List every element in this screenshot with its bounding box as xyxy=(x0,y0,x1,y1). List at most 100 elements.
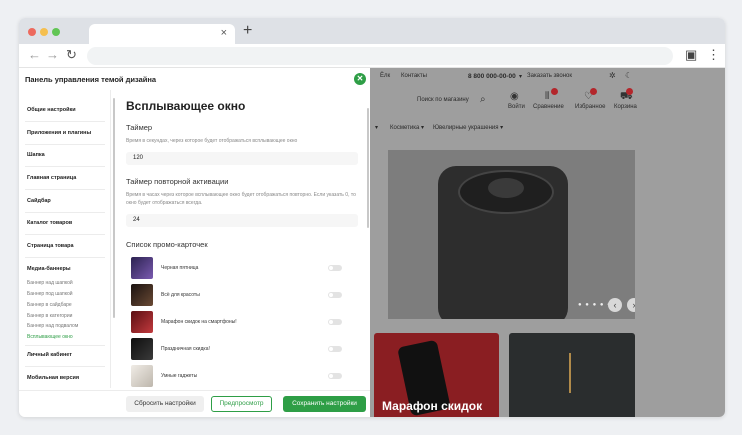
promo-thumbnail xyxy=(131,311,153,333)
close-window-button[interactable] xyxy=(28,28,36,36)
profile-icon[interactable]: ▣ xyxy=(685,48,697,62)
sidebar-subitem[interactable]: Баннер под шапкой xyxy=(27,291,73,297)
more-vert-icon[interactable]: ⋮ xyxy=(707,48,720,62)
sidebar-item-apps[interactable]: Приложения и плагины xyxy=(27,130,91,136)
promo-card-label: Умные гаджеты xyxy=(161,373,198,379)
reactivation-hint: Время в часах через которое всплывающее … xyxy=(126,192,356,206)
promo-card-row[interactable]: Черная пятница xyxy=(126,255,358,282)
close-icon[interactable]: ✕ xyxy=(354,73,366,85)
login-link[interactable]: Войти xyxy=(508,104,525,110)
sidebar-subitem[interactable]: Баннер над подвалом xyxy=(27,323,78,329)
promo-card-smartphones[interactable]: Марафон скидок xyxy=(374,333,499,417)
promo-card-label: Всё для красоты xyxy=(161,292,200,298)
compare-link[interactable]: Сравнение xyxy=(533,104,564,110)
reset-settings-button[interactable]: Сбросить настройки xyxy=(126,396,204,412)
address-bar[interactable] xyxy=(87,47,673,65)
site-link[interactable]: Ёлк xyxy=(380,73,390,79)
chevron-right-icon[interactable]: › xyxy=(627,298,635,312)
sidebar-item-sidebar[interactable]: Сайдбар xyxy=(27,198,51,204)
promo-toggle[interactable] xyxy=(328,319,342,325)
sidebar-item-header[interactable]: Шапка xyxy=(27,152,45,158)
panel-title: Панель управления темой дизайна xyxy=(25,75,157,84)
menu-item[interactable]: Ювелирные украшения ▾ xyxy=(433,124,503,131)
promo-card-row[interactable]: Праздничная скидка! xyxy=(126,336,358,363)
promo-toggle[interactable] xyxy=(328,292,342,298)
sidebar-item-media-banners[interactable]: Медиа-баннеры xyxy=(27,266,71,272)
divider xyxy=(25,234,105,235)
site-phone[interactable]: 8 800 000-00-00 xyxy=(468,73,516,80)
promo-card-dark[interactable] xyxy=(509,333,635,417)
promo-card-row[interactable]: Умные гаджеты xyxy=(126,363,358,388)
sidebar-subitem[interactable]: Баннер над шапкой xyxy=(27,280,73,286)
arrow-left-icon[interactable]: ← xyxy=(28,48,41,62)
sun-icon[interactable]: ✲ xyxy=(609,71,616,81)
cart-link[interactable]: Корзина xyxy=(614,104,637,110)
browser-tab[interactable]: × xyxy=(89,24,235,44)
user-icon[interactable]: ◉ xyxy=(510,92,519,102)
chevron-left-icon[interactable]: ‹ xyxy=(608,298,622,312)
promo-thumbnail xyxy=(131,257,153,279)
divider xyxy=(25,189,105,190)
callback-link[interactable]: Заказать звонок xyxy=(527,73,572,79)
maximize-window-button[interactable] xyxy=(52,28,60,36)
new-tab-icon[interactable]: + xyxy=(243,23,252,39)
site-search-input[interactable]: Поиск по магазину xyxy=(417,97,469,103)
favorites-link[interactable]: Избранное xyxy=(575,104,605,110)
moon-icon[interactable]: ☾ xyxy=(625,71,632,81)
reload-icon[interactable]: ↻ xyxy=(66,48,77,62)
sidebar-item-home[interactable]: Главная страница xyxy=(27,175,76,181)
divider xyxy=(25,121,105,122)
divider xyxy=(25,212,105,213)
promo-toggle[interactable] xyxy=(328,346,342,352)
preview-button[interactable]: Предпросмотр xyxy=(211,396,272,412)
section-title: Всплывающее окно xyxy=(126,99,246,113)
sidebar-item-catalog[interactable]: Каталог товаров xyxy=(27,220,72,226)
promo-card-label: Праздничная скидка! xyxy=(161,346,210,352)
promo-toggle[interactable] xyxy=(328,265,342,271)
promo-thumbnail xyxy=(131,338,153,360)
arrow-right-icon[interactable]: → xyxy=(46,48,59,62)
content-scrollbar[interactable] xyxy=(367,108,369,228)
reactivation-input[interactable]: 24 xyxy=(126,214,358,227)
promo-toggle[interactable] xyxy=(328,373,342,379)
sidebar-item-general[interactable]: Общие настройки xyxy=(27,107,76,113)
compare-icon[interactable]: ⫴ xyxy=(545,92,549,102)
minimize-window-button[interactable] xyxy=(40,28,48,36)
site-link[interactable]: Контакты xyxy=(401,73,427,79)
speaker-knob-image xyxy=(488,178,524,198)
menu-item[interactable]: Косметика ▾ xyxy=(390,124,424,131)
promo-card-label: Марафон скидок на смартфоны! xyxy=(161,319,237,325)
jewelry-image xyxy=(569,353,571,393)
slider-dots[interactable]: ● ● ● ● ● xyxy=(578,302,612,308)
divider xyxy=(25,144,105,145)
sidebar-subitem[interactable]: Баннер в сайдбаре xyxy=(27,302,72,308)
timer-input[interactable]: 120 xyxy=(126,152,358,165)
browser-toolbar: ← → ↻ ▣ ⋮ xyxy=(19,44,725,68)
sidebar-item-mobile[interactable]: Мобильная версия xyxy=(27,375,79,381)
hero-banner[interactable]: ● ● ● ● ● ‹ › xyxy=(388,150,635,319)
divider xyxy=(25,257,105,258)
promo-card-row[interactable]: Всё для красоты xyxy=(126,282,358,309)
divider xyxy=(25,366,105,367)
tab-bar: × + xyxy=(19,18,725,44)
tab-close-icon[interactable]: × xyxy=(221,27,227,39)
timer-hint: Время в секундах, через которое будет от… xyxy=(126,138,298,144)
sidebar-item-account[interactable]: Личный кабинет xyxy=(27,352,72,358)
sidebar-subitem-popup-active[interactable]: Всплывающее окно xyxy=(27,334,73,340)
menu-item[interactable]: ▾ xyxy=(375,124,378,131)
promo-card-row[interactable]: Марафон скидок на смартфоны! xyxy=(126,309,358,336)
settings-content: Всплывающее окно Таймер Время в секундах… xyxy=(126,90,366,388)
sidebar-item-product[interactable]: Страница товара xyxy=(27,243,74,249)
chevron-down-icon[interactable]: ▾ xyxy=(519,73,522,80)
promo-card-label: Черная пятница xyxy=(161,265,199,271)
promo-list-label: Список промо-карточек xyxy=(126,240,208,249)
timer-label: Таймер xyxy=(126,123,153,132)
browser-window: × + ← → ↻ ▣ ⋮ Ёлк Контакты 8 800 000-00-… xyxy=(19,18,725,417)
search-icon[interactable]: ⌕ xyxy=(480,95,486,105)
sidebar-subitem[interactable]: Баннер в категории xyxy=(27,313,72,319)
promo-thumbnail xyxy=(131,284,153,306)
divider xyxy=(25,166,105,167)
save-settings-button[interactable]: Сохранить настройки xyxy=(283,396,366,412)
sidebar-scrollbar[interactable] xyxy=(113,98,115,318)
favorites-badge xyxy=(590,88,597,95)
